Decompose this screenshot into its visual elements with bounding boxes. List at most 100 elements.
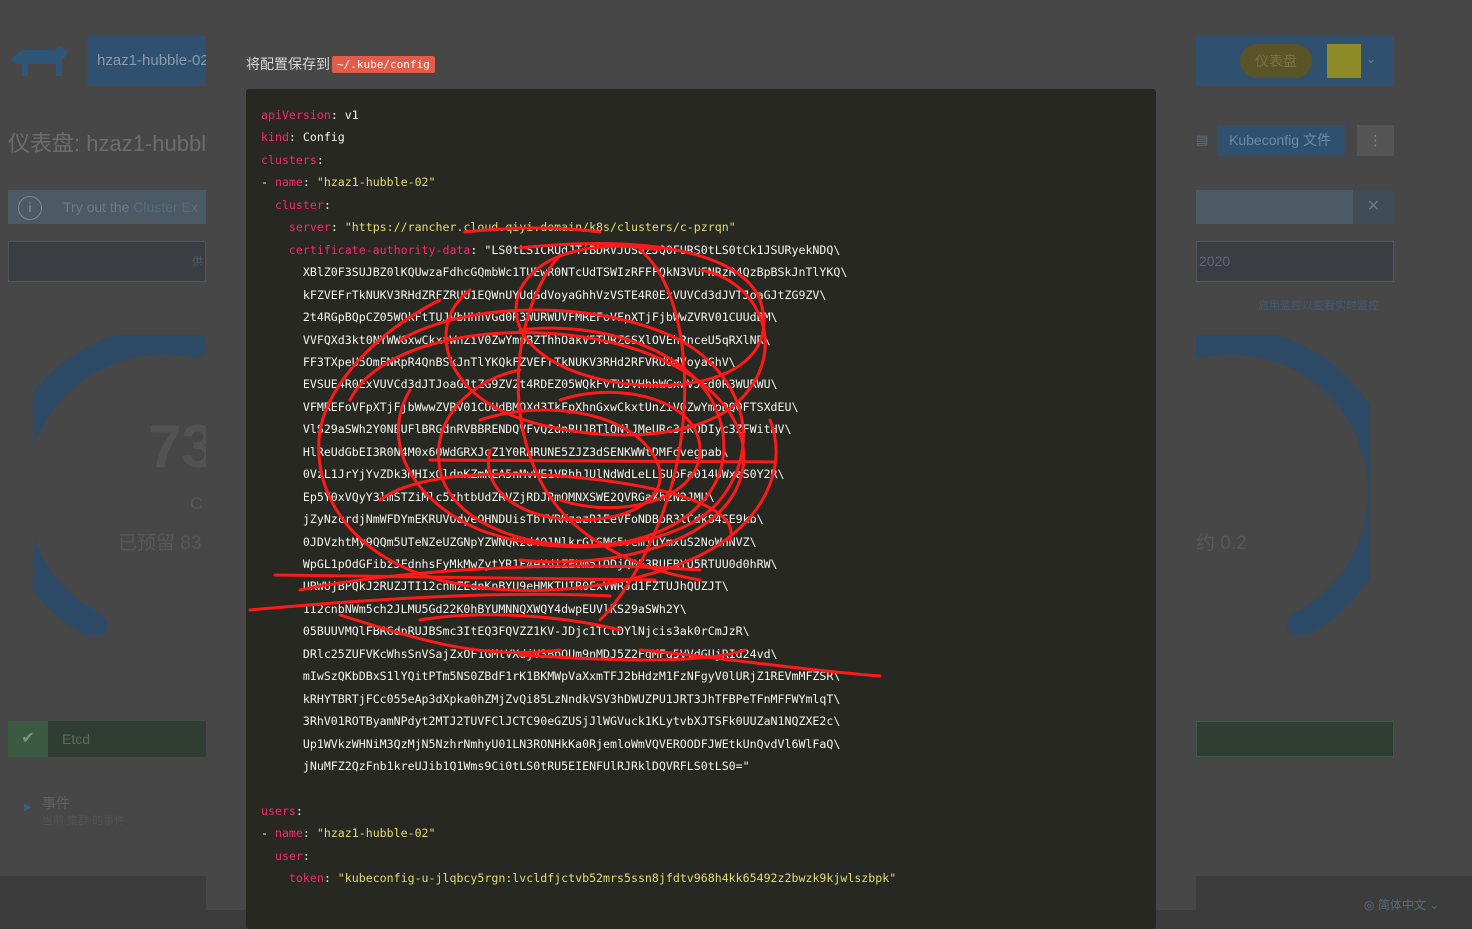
more-menu-button[interactable]: ⋮ — [1357, 125, 1394, 156]
code-value: Config — [302, 130, 345, 145]
config-path-chip: ~/.kube/config — [332, 56, 435, 73]
code-value: mIwSzQKbDBxS1lYQitPTm5NS0ZBdF1rK1BKMWpVa… — [302, 669, 841, 684]
code-key: certificate-authority-data — [288, 242, 471, 257]
code-colon: : — [470, 242, 485, 257]
code-line: 2t4RGpBQpCZ05WQkFtTUJVbHhhVGd0R3WURWUVFM… — [261, 309, 778, 325]
code-line: clusters: — [261, 152, 324, 168]
code-colon: : — [302, 175, 317, 190]
chevron-down-icon[interactable]: ⌄ — [1366, 52, 1376, 66]
code-value: 1I2cnbNWm5ch2JLMU5Gd22K0hBYUMNNQXWQY4dwp… — [302, 601, 687, 616]
code-value: VVFQXd3kt0NYWWGxwCkxtWnZiV0ZwYmpBZThhOak… — [302, 332, 771, 347]
save-instruction: 将配置保存到 ~/.kube/config — [246, 54, 435, 74]
code-key: name — [274, 826, 303, 841]
code-line: Up1WVkzWHNiM3QzMjN5NzhrNmhyU01LN3RONHkKa… — [261, 736, 840, 752]
enable-monitoring-link[interactable]: 启用监控以查看实时监控 — [1258, 297, 1379, 313]
code-colon: : — [330, 220, 345, 235]
cluster-tab[interactable]: hzaz1-hubble-02 — [87, 36, 207, 86]
info-text-label: Try out the — [63, 199, 130, 215]
code-colon: : — [302, 826, 317, 841]
code-line: kind: Config — [261, 129, 345, 145]
code-value: kRHYTBRTjFCc055eAp3dXpka0hZMjZvQi85LzNnd… — [302, 691, 841, 706]
language-selector[interactable]: ◎ 简体中文 ⌄ — [1364, 896, 1439, 913]
expand-arrow-icon[interactable]: ▶ — [24, 802, 32, 813]
time-range-left-label: 供 — [192, 256, 203, 268]
code-line: certificate-authority-data: "LS0tLS1CRUd… — [261, 242, 840, 258]
close-icon[interactable]: ✕ — [1353, 190, 1394, 224]
code-line: - name: "hzaz1-hubble-02" — [261, 174, 436, 190]
code-line: - name: "hzaz1-hubble-02" — [261, 825, 436, 841]
save-label: 将配置保存到 — [246, 56, 330, 72]
code-value: "hzaz1-hubble-02" — [316, 826, 436, 841]
code-key: clusters — [261, 152, 317, 167]
code-value: 05BUUVMQlFBRGdnRUJBSmc3ItEQ3FQVZZ1KV-JDj… — [302, 624, 750, 639]
gauge-subtext: C — [190, 494, 203, 513]
code-key: name — [274, 175, 303, 190]
events-subtitle: 当前 集群 的事件 — [42, 815, 126, 827]
gauge-number: 73 — [148, 413, 215, 480]
code-value: "kubeconfig-u-jlqbcy5rgn:lvcldfjctvb52mr… — [337, 871, 897, 886]
code-value: 3RhV01ROTByamNPdyt2MTJ2TUVFClJCTC90eGZUS… — [302, 714, 841, 729]
code-line: users: — [261, 803, 303, 819]
code-line: EVSUE4R0ExVUVCd3dJTJoaGJtZG9ZV2t4RDEZ05W… — [261, 376, 778, 392]
code-value: VlS29aSWh2Y0NBUFlBRGdnRVBBRENDQVFvQ2dnRU… — [302, 422, 792, 437]
code-colon: : — [302, 848, 310, 863]
file-icon: ▤ — [1196, 132, 1209, 147]
code-key: cluster — [274, 197, 324, 212]
rancher-logo-icon — [10, 46, 68, 76]
code-line: kFZVEFrTkNUKV3RHdZRFZRUU1EQWnUYUdGdVoyaG… — [261, 287, 827, 303]
code-key: user — [274, 848, 303, 863]
code-line: DRlc25ZUFVKcWhsSnVSajZxOF1GMtVXdjV3BbOUm… — [261, 646, 778, 662]
etcd-label: Etcd — [62, 731, 91, 747]
code-line: Ep5Y0xVQyY3lmSTZiMlc5zhtbUdZRVZjRDJRmQMN… — [261, 489, 715, 505]
time-range-right[interactable]: 2020 — [1196, 241, 1394, 282]
info-link[interactable]: Cluster Ex — [133, 199, 198, 215]
code-line: 3RhV01ROTByamNPdyt2MTJ2TUVFClJCTC90eGZUS… — [261, 713, 840, 729]
code-key: apiVersion — [261, 108, 331, 122]
code-value: kFZVEFrTkNUKV3RHdZRFZRUU1EQWnUYUdGdVoyaG… — [302, 287, 827, 302]
time-range-left[interactable] — [8, 241, 206, 282]
code-line: apiVersion: v1 — [261, 107, 359, 123]
code-line: kRHYTBRTjFCc055eAp3dXpka0hZMjZvQi85LzNnd… — [261, 691, 840, 707]
code-value: jNuMFZ2QzFnb1kreUJib1Q1Wms9Ci0tLS0tRU5EI… — [302, 759, 750, 774]
gauge-right — [1190, 335, 1370, 635]
events-title[interactable]: 事件 — [42, 793, 70, 813]
kubeconfig-button[interactable]: Kubeconfig 文件 — [1217, 125, 1345, 156]
code-line: HlReUdGbEI3R0N4M0x6OWdGRXJoZ1Y0RHRUNE5ZJ… — [261, 444, 729, 460]
code-colon: : — [295, 803, 303, 818]
info-banner-right — [1196, 190, 1353, 224]
kubeconfig-code-block[interactable]: apiVersion: v1 kind: Config clusters: - nam… — [246, 89, 1156, 929]
code-colon: : — [316, 152, 324, 167]
code-line: FF3TXpeU5OmFNRpR4QnBSkJnTlYKQkFZVEFrTkNU… — [261, 354, 736, 370]
code-value: EVSUE4R0ExVUVCd3dJTJoaGJtZG9ZV2t4RDEZ05W… — [302, 377, 778, 392]
etcd-status-bar-right — [1196, 721, 1394, 757]
etcd-status-bar: ✔ Etcd — [8, 721, 206, 757]
code-line: 1I2cnbNWm5ch2JLMU5Gd22K0hBYUMNNQXWQY4dwp… — [261, 601, 687, 617]
code-value: "https://rancher.cloud.qiyi.domain/k8s/c… — [344, 220, 736, 235]
code-line: VVFQXd3kt0NYWWGxwCkxtWnZiV0ZwYmpBZThhOak… — [261, 332, 771, 348]
avatar[interactable] — [1327, 44, 1361, 78]
code-value: 2t4RGpBQpCZ05WQkFtTUJVbHhhVGd0R3WURWUVFM… — [302, 310, 778, 325]
info-banner: i Try out the Cluster Ex — [8, 190, 206, 224]
code-value: jZyNzcrdjNmWFDYmEKRUVOdyeOHNDUisTbTVRKza… — [302, 512, 764, 527]
dashboard-pill[interactable]: 仪表盘 — [1240, 44, 1312, 78]
code-line: XBlZ0F3SUJBZ0lKQUwzaFdhcGQmbWc1TUEwR0NTc… — [261, 264, 847, 280]
